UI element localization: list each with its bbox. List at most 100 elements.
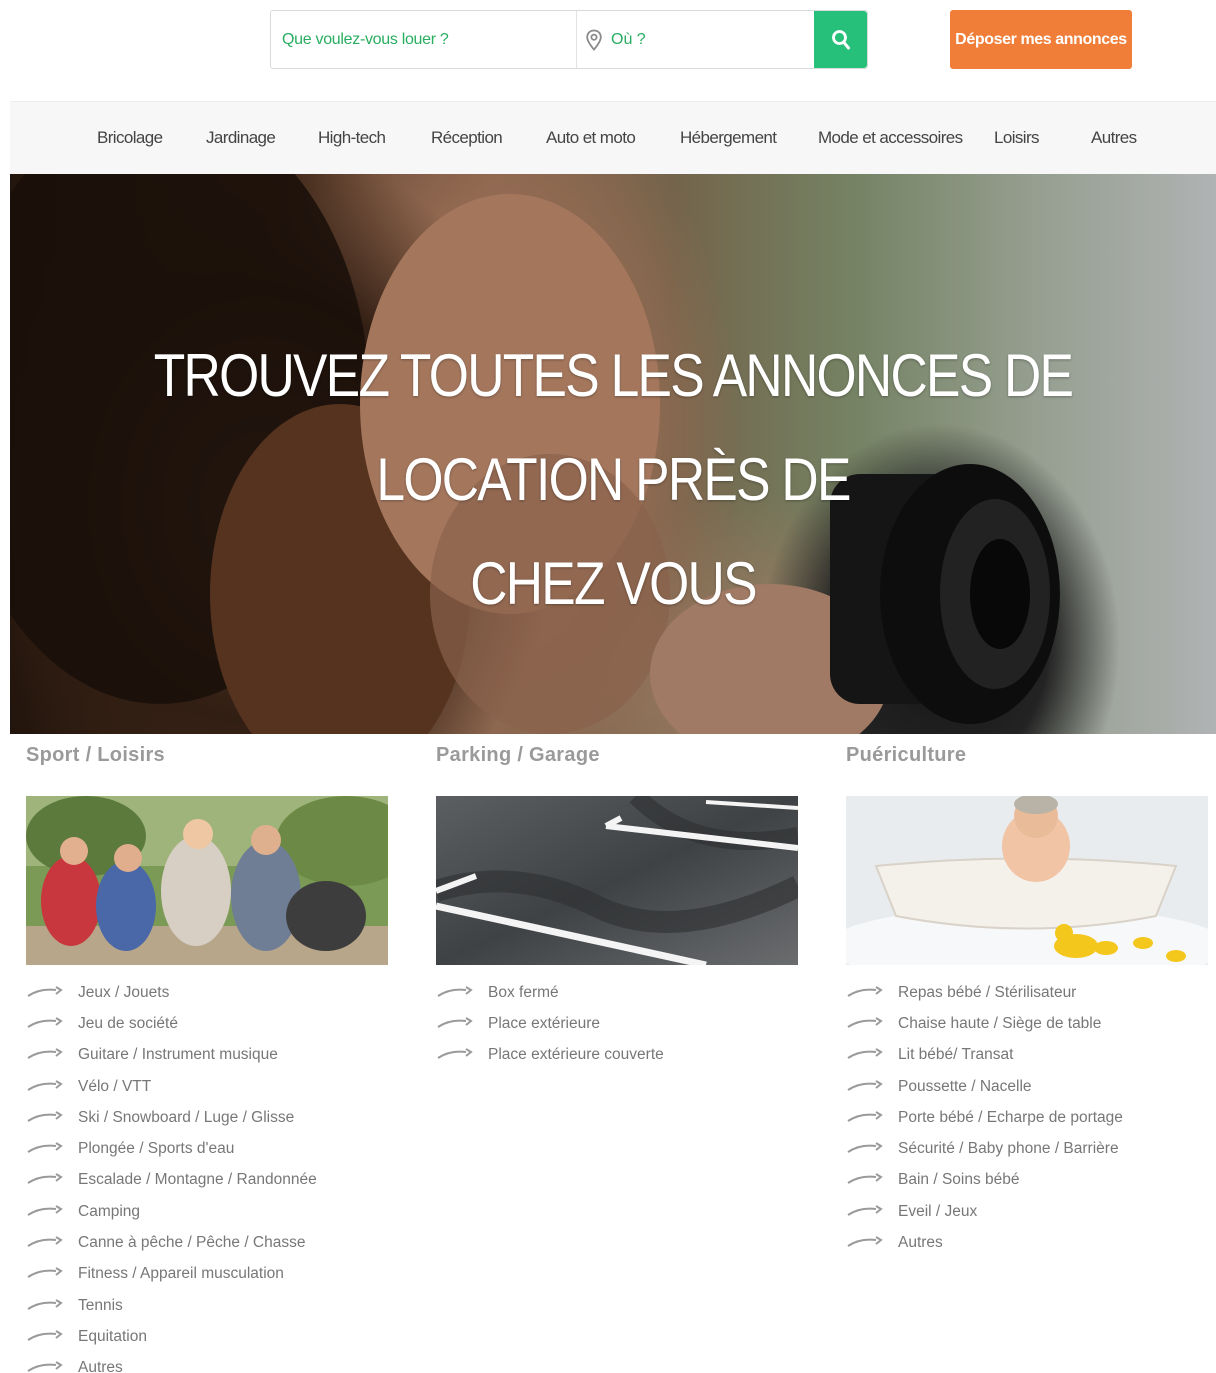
arrow-icon: [27, 1236, 63, 1247]
list-item-label: Jeu de société: [78, 1014, 178, 1032]
search-where-placeholder: Où ?: [611, 30, 646, 48]
list-item[interactable]: Chaise haute / Siège de table: [846, 1008, 1123, 1039]
list-item[interactable]: Poussette / Nacelle: [846, 1071, 1123, 1102]
list-item[interactable]: Guitare / Instrument musique: [26, 1040, 317, 1071]
arrow-icon: [847, 1017, 883, 1028]
list-item-label: Guitare / Instrument musique: [78, 1046, 278, 1064]
list-item-label: Autres: [898, 1234, 943, 1252]
list-item-label: Ski / Snowboard / Luge / Glisse: [78, 1108, 295, 1126]
list-item-label: Eveil / Jeux: [898, 1202, 978, 1220]
category-title[interactable]: Puériculture: [846, 740, 1211, 770]
list-item[interactable]: Camping: [26, 1196, 317, 1227]
list-item[interactable]: Tennis: [26, 1290, 317, 1321]
list-item-label: Tennis: [78, 1296, 123, 1314]
nav-item-hebergement[interactable]: Hébergement: [680, 128, 777, 148]
header: Que voulez-vous louer ? Où ? Déposer mes…: [0, 0, 1216, 100]
list-item[interactable]: Lit bébé/ Transat: [846, 1040, 1123, 1071]
list-item[interactable]: Sécurité / Baby phone / Barrière: [846, 1133, 1123, 1164]
nav-item-reception[interactable]: Réception: [431, 128, 503, 148]
hero-title-line2: CHEZ VOUS: [470, 550, 757, 617]
list-item[interactable]: Equitation: [26, 1321, 317, 1352]
list-item[interactable]: Place extérieure couverte: [436, 1040, 664, 1071]
arrow-icon: [27, 1017, 63, 1028]
list-item-label: Canne à pêche / Pêche / Chasse: [78, 1234, 306, 1252]
search-icon: [831, 29, 850, 49]
baby-bath-photo: [846, 796, 1208, 965]
arrow-icon: [27, 1079, 63, 1091]
list-item-label: Lit bébé/ Transat: [898, 1046, 1014, 1064]
nav-item-high-tech[interactable]: High-tech: [318, 128, 386, 148]
list-item[interactable]: Canne à pêche / Pêche / Chasse: [26, 1227, 317, 1258]
arrow-icon: [847, 1079, 883, 1091]
list-item[interactable]: Vélo / VTT: [26, 1071, 317, 1102]
list-item-label: Escalade / Montagne / Randonnée: [78, 1171, 317, 1189]
search-button[interactable]: [814, 11, 867, 68]
arrow-icon: [847, 1236, 883, 1247]
list-item-label: Fitness / Appareil musculation: [78, 1265, 284, 1283]
arrow-icon: [847, 1204, 883, 1216]
nav-item-bricolage[interactable]: Bricolage: [97, 128, 163, 148]
subcategory-list: Repas bébé / Stérilisateur Chaise haute …: [846, 977, 1123, 1259]
list-item-label: Plongée / Sports d'eau: [78, 1140, 235, 1158]
list-item-label: Poussette / Nacelle: [898, 1077, 1032, 1095]
list-item-label: Vélo / VTT: [78, 1077, 152, 1095]
list-item-label: Autres: [78, 1359, 123, 1373]
list-item-label: Jeux / Jouets: [78, 983, 170, 1001]
search-form: Que voulez-vous louer ? Où ?: [270, 10, 868, 69]
subcategory-list: Box fermé Place extérieure Place extérie…: [436, 977, 664, 1071]
list-item-label: Place extérieure: [488, 1014, 601, 1032]
family-rollerblading-photo: [26, 796, 388, 965]
arrow-icon: [27, 1298, 63, 1310]
category-parking-garage: Parking / Garage Box fermé Place extérie…: [436, 740, 801, 1063]
list-item[interactable]: Porte bébé / Echarpe de portage: [846, 1102, 1123, 1133]
list-item[interactable]: Repas bébé / Stérilisateur: [846, 977, 1123, 1008]
list-item[interactable]: Autres: [26, 1353, 317, 1373]
category-sport-loisirs: Sport / Loisirs Jeux / Jouets Jeu de soc…: [26, 740, 391, 1373]
arrow-icon: [27, 985, 63, 997]
search-what-input[interactable]: Que voulez-vous louer ?: [271, 11, 577, 68]
parking-lot-photo: [436, 796, 798, 965]
category-image-parking[interactable]: [436, 796, 798, 965]
category-nav: Bricolage Jardinage High-tech Réception …: [10, 101, 1216, 174]
list-item-label: Camping: [78, 1202, 141, 1220]
list-item[interactable]: Box fermé: [436, 977, 664, 1008]
list-item[interactable]: Ski / Snowboard / Luge / Glisse: [26, 1102, 317, 1133]
list-item[interactable]: Autres: [846, 1227, 1123, 1258]
nav-item-autres[interactable]: Autres: [1091, 128, 1137, 148]
arrow-icon: [27, 1048, 63, 1060]
nav-item-loisirs[interactable]: Loisirs: [994, 128, 1040, 148]
arrow-icon: [27, 1110, 63, 1122]
search-where-input[interactable]: Où ?: [577, 11, 814, 68]
hero-title: TROUVEZ TOUTES LES ANNONCES DE LOCATION …: [94, 324, 1131, 636]
nav-item-jardinage[interactable]: Jardinage: [206, 128, 276, 148]
list-item[interactable]: Jeu de société: [26, 1008, 317, 1039]
arrow-icon: [437, 1017, 473, 1028]
arrow-icon: [27, 1142, 63, 1153]
subcategory-list: Jeux / Jouets Jeu de société Guitare / I…: [26, 977, 317, 1373]
arrow-icon: [437, 985, 473, 997]
list-item[interactable]: Fitness / Appareil musculation: [26, 1259, 317, 1290]
list-item-label: Repas bébé / Stérilisateur: [898, 983, 1077, 1001]
list-item-label: Place extérieure couverte: [488, 1046, 664, 1064]
hero-banner: TROUVEZ TOUTES LES ANNONCES DE LOCATION …: [10, 174, 1216, 734]
list-item[interactable]: Escalade / Montagne / Randonnée: [26, 1165, 317, 1196]
nav-item-mode-accessoires[interactable]: Mode et accessoires: [818, 128, 963, 148]
category-title[interactable]: Sport / Loisirs: [26, 740, 391, 770]
list-item[interactable]: Place extérieure: [436, 1008, 664, 1039]
list-item-label: Box fermé: [488, 983, 559, 1001]
list-item-label: Sécurité / Baby phone / Barrière: [898, 1140, 1119, 1158]
list-item[interactable]: Bain / Soins bébé: [846, 1165, 1123, 1196]
list-item-label: Equitation: [78, 1327, 147, 1345]
post-ads-button[interactable]: Déposer mes annonces: [950, 10, 1132, 69]
arrow-icon: [847, 1173, 883, 1185]
arrow-icon: [847, 985, 883, 997]
category-image-sport[interactable]: [26, 796, 388, 965]
list-item-label: Bain / Soins bébé: [898, 1171, 1020, 1189]
map-pin-icon: [586, 29, 602, 51]
nav-item-auto-moto[interactable]: Auto et moto: [546, 128, 636, 148]
list-item[interactable]: Eveil / Jeux: [846, 1196, 1123, 1227]
list-item[interactable]: Jeux / Jouets: [26, 977, 317, 1008]
category-title[interactable]: Parking / Garage: [436, 740, 801, 770]
list-item[interactable]: Plongée / Sports d'eau: [26, 1133, 317, 1164]
category-image-puericulture[interactable]: [846, 796, 1208, 965]
